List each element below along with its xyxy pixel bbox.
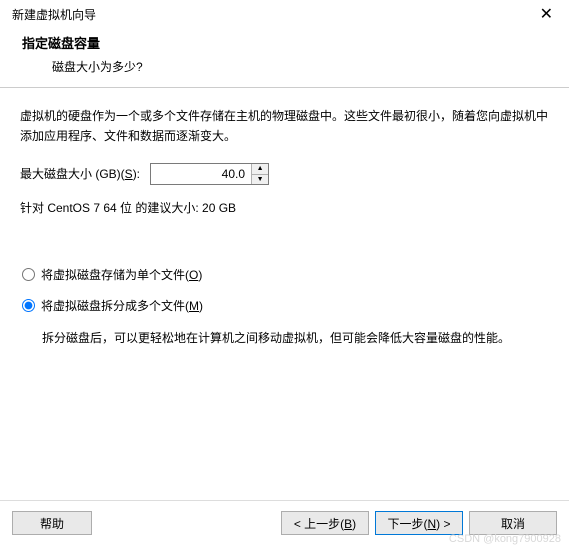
description-text: 虚拟机的硬盘作为一个或多个文件存储在主机的物理磁盘中。这些文件最初很小，随着您向… bbox=[20, 106, 549, 147]
split-hint-text: 拆分磁盘后，可以更轻松地在计算机之间移动虚拟机，但可能会降低大容量磁盘的性能。 bbox=[22, 328, 549, 348]
next-button[interactable]: 下一步(N) > bbox=[375, 511, 463, 535]
radio-split-files-label: 将虚拟磁盘拆分成多个文件(M) bbox=[41, 297, 203, 314]
cancel-button[interactable]: 取消 bbox=[469, 511, 557, 535]
radio-split-files[interactable]: 将虚拟磁盘拆分成多个文件(M) bbox=[22, 297, 549, 314]
radio-split-files-input[interactable] bbox=[22, 299, 35, 312]
disk-size-spinner[interactable]: ▲ ▼ bbox=[150, 163, 269, 185]
radio-single-file[interactable]: 将虚拟磁盘存储为单个文件(O) bbox=[22, 266, 549, 283]
page-subtitle: 磁盘大小为多少? bbox=[22, 58, 557, 75]
recommended-size-text: 针对 CentOS 7 64 位 的建议大小: 20 GB bbox=[20, 199, 549, 216]
help-button[interactable]: 帮助 bbox=[12, 511, 92, 535]
radio-single-file-input[interactable] bbox=[22, 268, 35, 281]
disk-size-label: 最大磁盘大小 (GB)(S): bbox=[20, 165, 140, 182]
back-button[interactable]: < 上一步(B) bbox=[281, 511, 369, 535]
close-button[interactable]: ✕ bbox=[536, 7, 557, 23]
spinner-up-button[interactable]: ▲ bbox=[252, 164, 268, 174]
radio-single-file-label: 将虚拟磁盘存储为单个文件(O) bbox=[41, 266, 202, 283]
disk-size-input[interactable] bbox=[151, 164, 251, 184]
page-title: 指定磁盘容量 bbox=[22, 33, 557, 52]
spinner-down-button[interactable]: ▼ bbox=[252, 174, 268, 184]
window-title: 新建虚拟机向导 bbox=[12, 6, 96, 23]
